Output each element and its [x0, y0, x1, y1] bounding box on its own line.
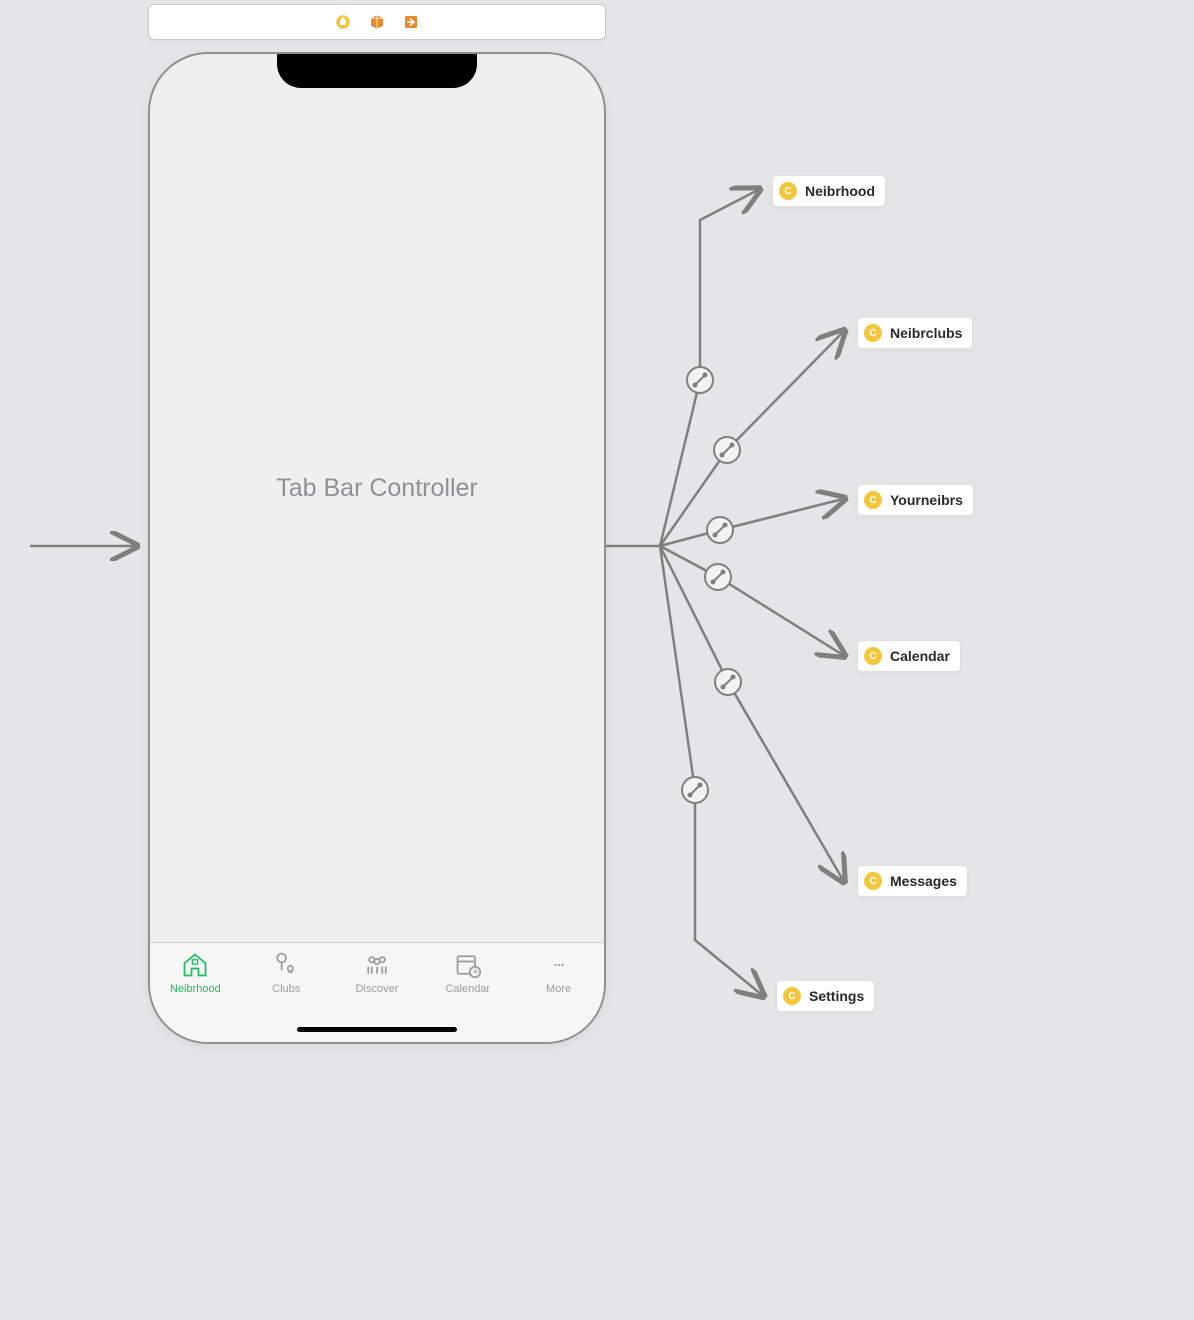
controller-icon: C	[864, 491, 882, 509]
dots-icon	[545, 951, 573, 979]
destination-yourneibrs[interactable]: C Yourneibrs	[857, 484, 974, 516]
segue-marker	[682, 777, 708, 803]
people-tree-icon	[272, 951, 300, 979]
destination-label: Messages	[890, 873, 957, 889]
segue-marker	[687, 367, 713, 393]
tab-label: Neibrhood	[170, 983, 221, 995]
segue-marker	[715, 669, 741, 695]
tab-clubs[interactable]: Clubs	[246, 951, 326, 995]
tab-label: Calendar	[445, 983, 490, 995]
home-indicator	[297, 1027, 457, 1032]
scene-title: Tab Bar Controller	[150, 54, 604, 922]
tab-neibrhood[interactable]: Neibrhood	[155, 951, 235, 995]
controller-icon: C	[864, 872, 882, 890]
segue-marker	[705, 564, 731, 590]
tab-calendar[interactable]: Calendar	[428, 951, 508, 995]
segue-marker	[707, 517, 733, 543]
destination-neibrclubs[interactable]: C Neibrclubs	[857, 317, 973, 349]
destination-calendar[interactable]: C Calendar	[857, 640, 961, 672]
tab-label: Discover	[356, 983, 399, 995]
tab-label: More	[546, 983, 571, 995]
scene-badge-icon	[334, 13, 352, 31]
destination-messages[interactable]: C Messages	[857, 865, 968, 897]
people-group-icon	[363, 951, 391, 979]
destination-label: Yourneibrs	[890, 492, 963, 508]
phone-device-frame: Tab Bar Controller Neibrhood Clubs	[148, 52, 606, 1044]
controller-icon: C	[783, 987, 801, 1005]
exit-icon	[402, 13, 420, 31]
controller-icon: C	[864, 324, 882, 342]
destination-label: Settings	[809, 988, 864, 1004]
destination-label: Calendar	[890, 648, 950, 664]
destination-label: Neibrclubs	[890, 325, 962, 341]
tab-label: Clubs	[272, 983, 300, 995]
destination-label: Neibrhood	[805, 183, 875, 199]
house-icon	[181, 951, 209, 979]
calendar-clock-icon	[454, 951, 482, 979]
scene-toolbar[interactable]	[148, 4, 606, 40]
first-responder-icon	[368, 13, 386, 31]
controller-icon: C	[864, 647, 882, 665]
tab-discover[interactable]: Discover	[337, 951, 417, 995]
destination-neibrhood[interactable]: C Neibrhood	[772, 175, 886, 207]
segue-marker	[714, 437, 740, 463]
controller-icon: C	[779, 182, 797, 200]
tab-more[interactable]: More	[519, 951, 599, 995]
destination-settings[interactable]: C Settings	[776, 980, 875, 1012]
